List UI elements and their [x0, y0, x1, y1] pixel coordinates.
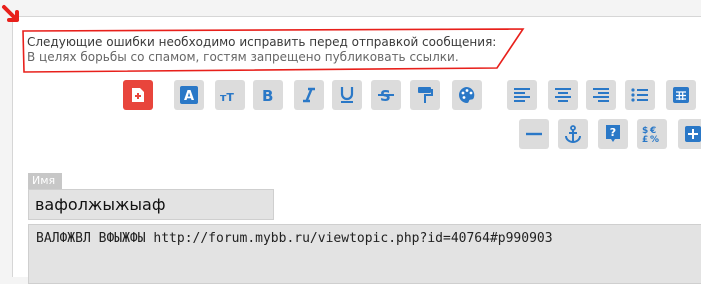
paint-button[interactable] [410, 80, 440, 110]
svg-text:A: A [184, 89, 194, 104]
horizontal-rule-icon [526, 132, 542, 136]
bold-icon: B [262, 87, 273, 103]
add-more-button[interactable] [678, 119, 701, 149]
svg-text:B: B [262, 87, 273, 103]
question-icon: ? [606, 125, 620, 142]
error-message-block: Следующие ошибки необходимо исправить пе… [27, 35, 507, 65]
italic-button[interactable] [294, 80, 324, 110]
table-icon [673, 87, 689, 103]
italic-icon [303, 87, 315, 103]
strikethrough-button[interactable]: S [371, 80, 401, 110]
paint-roller-icon [418, 87, 433, 103]
symbols-button[interactable]: $ € £% [637, 119, 667, 149]
symbols-icon: $ €£% [642, 126, 659, 143]
anchor-button[interactable] [558, 119, 588, 149]
strikethrough-icon: S [378, 87, 394, 104]
name-input[interactable]: вафолжыжыаф [28, 189, 274, 220]
align-right-button[interactable] [586, 80, 616, 110]
list-button[interactable] [625, 80, 655, 110]
text-color-icon: A [180, 86, 198, 104]
error-heading: Следующие ошибки необходимо исправить пе… [27, 35, 497, 49]
name-field-label: Имя [28, 173, 62, 189]
text-size-button[interactable]: тТ [215, 80, 245, 110]
align-center-button[interactable] [548, 80, 578, 110]
message-textarea[interactable]: ВАЛФЖВЛ ВФЫЖФЫ http://forum.mybb.ru/view… [28, 224, 701, 284]
align-left-button[interactable] [507, 80, 537, 110]
bold-button[interactable]: B [253, 80, 283, 110]
svg-text:?: ? [610, 126, 616, 139]
text-size-icon: тТ [220, 91, 234, 103]
list-icon [631, 88, 648, 102]
palette-icon [459, 87, 475, 103]
new-document-button[interactable] [123, 80, 153, 110]
align-center-icon [555, 88, 571, 102]
svg-text:£: £ [642, 135, 648, 143]
align-left-icon [514, 88, 530, 102]
table-button[interactable] [666, 80, 696, 110]
underline-button[interactable] [332, 80, 362, 110]
svg-text:тТ: тТ [220, 91, 234, 103]
palette-button[interactable] [452, 80, 482, 110]
align-right-icon [593, 88, 609, 102]
text-color-button[interactable]: A [174, 80, 204, 110]
svg-text:%: % [650, 135, 659, 143]
spoiler-help-button[interactable]: ? [598, 119, 628, 149]
underline-icon [340, 87, 354, 103]
anchor-icon [565, 125, 581, 143]
annotation-arrow-icon [2, 5, 19, 22]
new-document-icon [132, 88, 144, 102]
add-square-icon [685, 126, 701, 142]
error-detail: В целях борьбы со спамом, гостям запреще… [27, 50, 459, 64]
horizontal-rule-button[interactable] [519, 119, 549, 149]
